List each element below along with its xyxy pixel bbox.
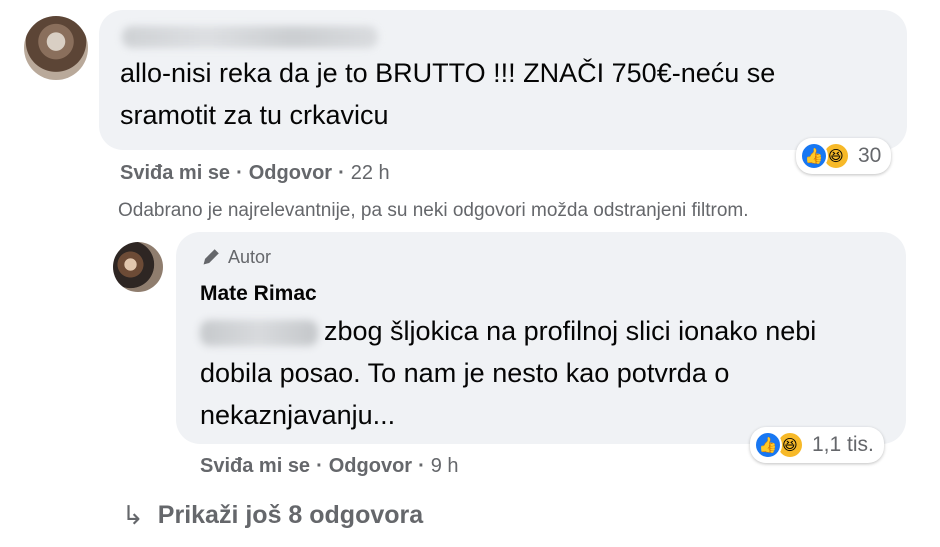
reply-button[interactable]: Odgovor (329, 455, 412, 477)
reply-actions: Sviđa mi se · Odgovor · 9 h (200, 455, 459, 477)
reaction-count: 30 (858, 144, 882, 167)
filter-notice: Odabrano je najrelevantnije, pa su neki … (118, 200, 749, 221)
reply-author-avatar[interactable] (113, 242, 163, 292)
like-button[interactable]: Sviđa mi se (200, 455, 310, 477)
comment-reactions[interactable]: 👍 😆 30 (796, 138, 892, 174)
author-badge: Autor (200, 246, 271, 268)
commenter-name-blurred[interactable] (122, 26, 378, 48)
reply-timestamp[interactable]: 9 h (431, 455, 459, 477)
comment-timestamp[interactable]: 22 h (351, 162, 390, 184)
commenter-avatar[interactable] (24, 16, 88, 80)
like-icon: 👍 (754, 431, 782, 459)
pencil-icon (203, 249, 219, 265)
reply-reactions[interactable]: 👍 😆 1,1 tis. (750, 427, 884, 463)
comment-text: allo-nisi reka da je to BRUTTO !!! ZNAČI… (120, 52, 880, 136)
reply-text-line: zbog šljokica na profilnoj slici ionako … (200, 310, 890, 352)
comment-actions: Sviđa mi se · Odgovor · 22 h (120, 162, 390, 184)
like-button[interactable]: Sviđa mi se (120, 162, 230, 184)
show-more-replies-label: Prikaži još 8 odgovora (157, 501, 424, 529)
reply-text: zbog šljokica na profilnoj slici ionako … (200, 310, 890, 436)
reply-author-name[interactable]: Mate Rimac (200, 282, 317, 306)
reply-arrow-icon: ↳ (122, 500, 144, 530)
reaction-count: 1,1 tis. (812, 433, 874, 456)
show-more-replies-button[interactable]: ↳ Prikaži još 8 odgovora (122, 500, 423, 531)
reply-text-line: dobila posao. To nam je nesto kao potvrd… (200, 358, 730, 388)
comment-text-line: allo-nisi reka da je to BRUTTO !!! ZNAČI… (120, 58, 776, 88)
like-icon: 👍 (800, 142, 828, 170)
mention-blurred[interactable] (200, 319, 318, 346)
comment-text-line: sramotit za tu crkavicu (120, 100, 389, 130)
reply-button[interactable]: Odgovor (249, 162, 332, 184)
author-badge-label: Autor (228, 246, 272, 267)
